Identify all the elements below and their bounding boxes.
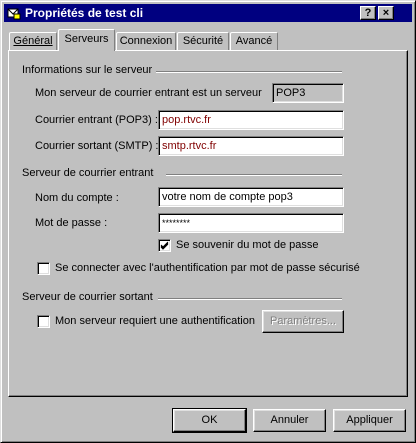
outgoing-server-input[interactable]: smtp.rtvc.fr xyxy=(158,136,344,156)
incoming-group-divider xyxy=(166,174,342,176)
auth-required-checkbox[interactable] xyxy=(37,315,50,328)
incoming-server-input[interactable]: pop.rtvc.fr xyxy=(158,110,344,130)
incoming-type-label: Mon serveur de courrier entrant est un s… xyxy=(35,87,262,99)
outgoing-group-divider xyxy=(158,298,342,300)
incoming-group-label: Serveur de courrier entrant xyxy=(22,167,154,179)
apply-button[interactable]: Appliquer xyxy=(333,409,406,432)
tab-security[interactable]: Sécurité xyxy=(177,32,229,50)
tab-advanced-label: Avancé xyxy=(235,35,273,47)
incoming-server-label: Courrier entrant (POP3) : xyxy=(35,114,158,126)
tab-servers-label: Serveurs xyxy=(64,33,109,45)
cancel-button[interactable]: Annuler xyxy=(253,409,326,432)
tab-general-label: Général xyxy=(13,35,53,47)
account-name-input[interactable]: votre nom de compte pop3 xyxy=(158,187,344,207)
tab-servers[interactable]: Serveurs xyxy=(58,29,115,51)
remember-password-label[interactable]: Se souvenir du mot de passe xyxy=(176,239,318,252)
mail-account-icon xyxy=(7,6,21,20)
server-info-group-label: Informations sur le serveur xyxy=(22,64,153,76)
account-name-label: Nom du compte : xyxy=(35,192,119,204)
outgoing-server-label: Courrier sortant (SMTP) : xyxy=(35,140,159,152)
close-button[interactable]: × xyxy=(378,6,394,20)
incoming-type-field: POP3 xyxy=(272,83,344,103)
tab-connection[interactable]: Connexion xyxy=(116,32,176,50)
spa-checkbox[interactable] xyxy=(37,262,50,275)
remember-password-checkbox[interactable] xyxy=(158,239,171,252)
settings-button[interactable]: Paramètres... xyxy=(262,310,344,333)
auth-required-label[interactable]: Mon serveur requiert une authentificatio… xyxy=(55,315,255,328)
ok-button[interactable]: OK xyxy=(172,408,247,433)
tab-advanced[interactable]: Avancé xyxy=(230,32,278,50)
window-title: Propriétés de test cli xyxy=(25,6,144,20)
tab-connection-label: Connexion xyxy=(119,35,173,47)
checkmark-icon xyxy=(160,241,169,250)
server-info-divider xyxy=(156,71,342,73)
password-input[interactable]: ******** xyxy=(158,213,344,233)
outgoing-group-label: Serveur de courrier sortant xyxy=(22,291,153,303)
tab-security-label: Sécurité xyxy=(182,35,224,47)
spa-label[interactable]: Se connecter avec l'authentification par… xyxy=(55,262,360,275)
properties-dialog: Propriétés de test cli ? × Général Serve… xyxy=(0,0,416,443)
help-button[interactable]: ? xyxy=(360,6,376,20)
password-label: Mot de passe : xyxy=(35,217,108,229)
title-bar[interactable]: Propriétés de test cli ? × xyxy=(4,4,412,22)
tab-general[interactable]: Général xyxy=(9,32,57,50)
